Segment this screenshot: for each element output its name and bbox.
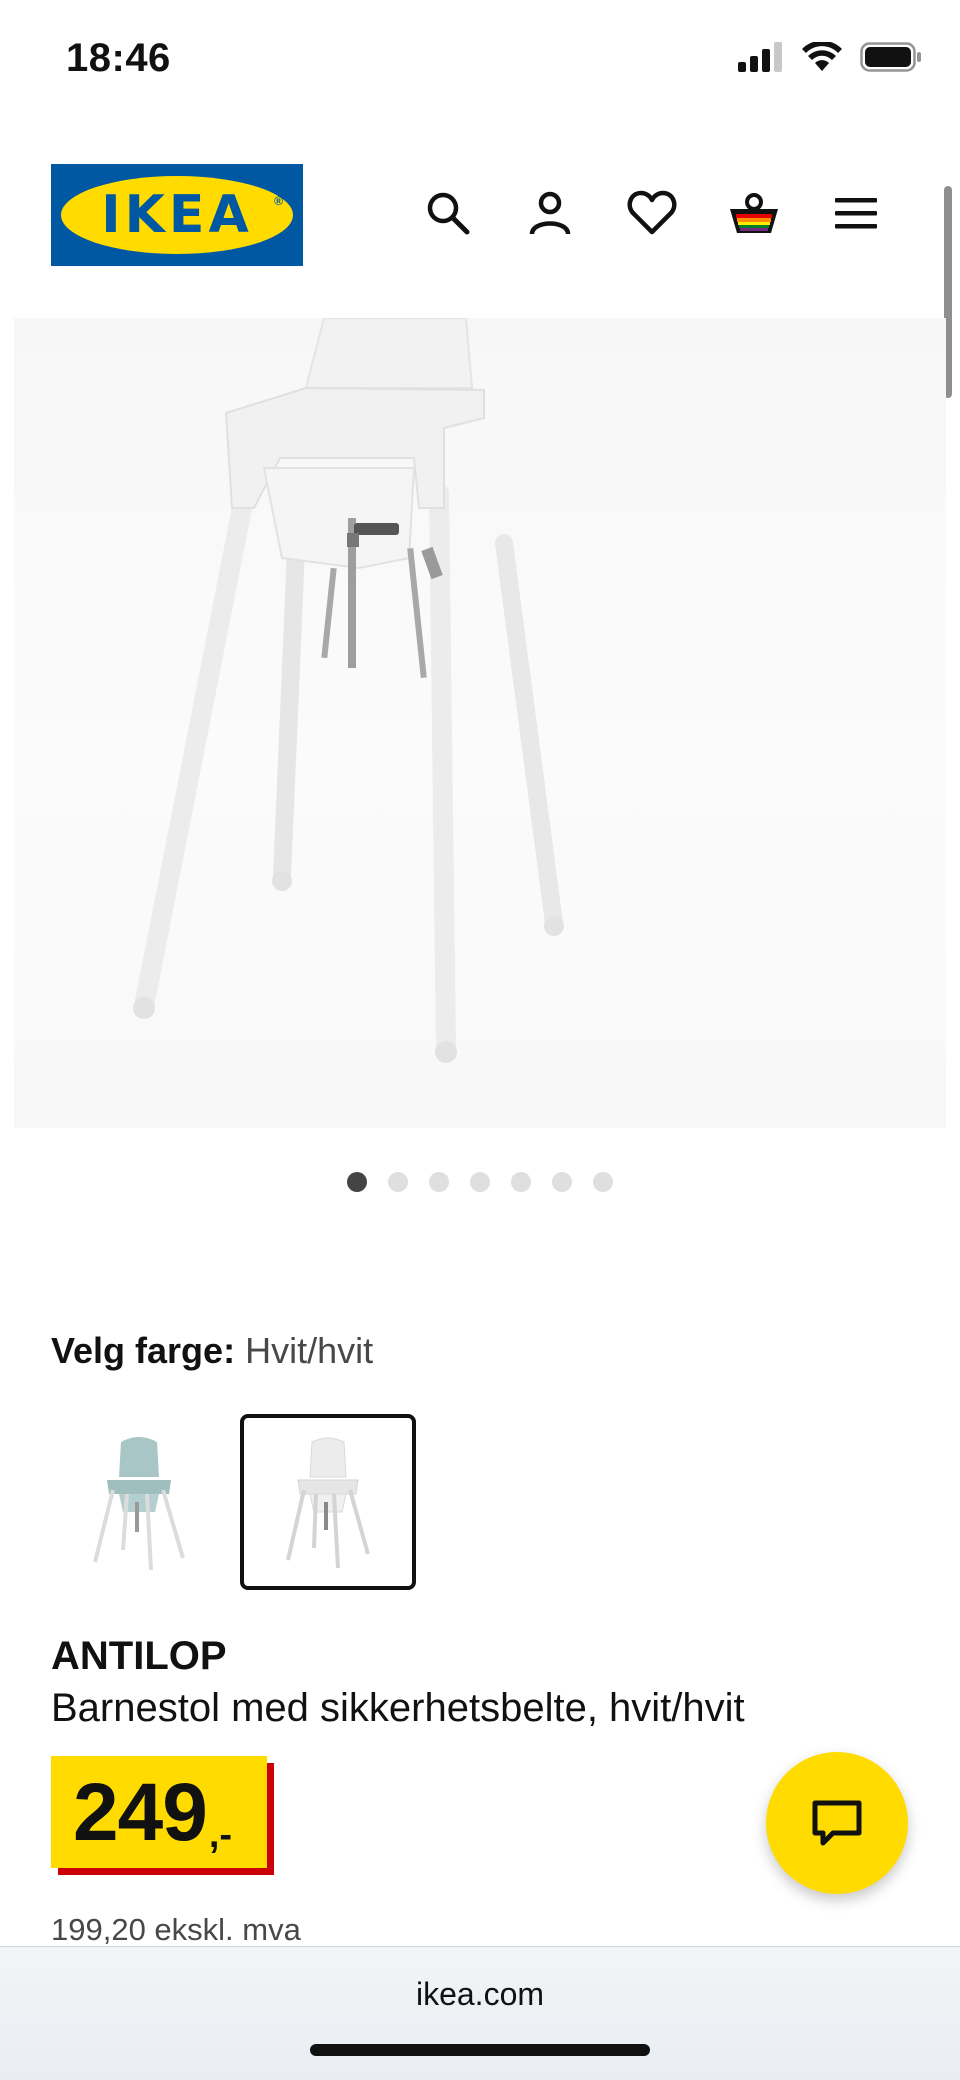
gallery-dot[interactable] [388,1172,408,1192]
price-value: 249 [73,1767,208,1858]
gallery-dot[interactable] [429,1172,449,1192]
gallery-pagination [0,1172,960,1192]
gallery-dot[interactable] [552,1172,572,1192]
product-name: ANTILOP [51,1634,227,1678]
url-text[interactable]: ikea.com [0,1976,960,2013]
color-swatch-turquoise[interactable] [51,1414,227,1590]
price-suffix: ,- [208,1814,233,1856]
logo-text: IKEA [101,185,253,245]
color-label: Velg farge: [51,1330,236,1371]
color-value: Hvit/hvit [245,1330,374,1371]
color-select-label: Velg farge: Hvit/hvit [51,1330,373,1372]
home-indicator[interactable] [310,2044,650,2056]
wifi-icon [802,42,842,71]
high-chair-illustration [133,318,564,1063]
status-time: 18:46 [66,36,171,80]
product-description: Barnestol med sikkerhetsbelte, hvit/hvit [51,1686,745,1730]
favorites-button[interactable] [624,185,680,241]
chat-icon [812,1800,862,1846]
price-excl-vat: 199,20 ekskl. mva [51,1912,301,1947]
gallery-dot[interactable] [470,1172,490,1192]
account-button[interactable] [522,185,578,241]
battery-icon [860,42,921,72]
high-chair-thumbnail [286,1437,370,1569]
signal-icon [738,42,782,72]
search-icon [427,192,470,235]
search-button[interactable] [420,185,476,241]
menu-button[interactable] [828,185,884,241]
product-image[interactable] [14,318,946,1128]
color-swatch-white[interactable] [240,1414,416,1590]
ikea-logo[interactable]: IKEA ® [51,164,303,266]
account-icon [529,191,571,235]
menu-icon [835,198,877,229]
gallery-dot[interactable] [347,1172,367,1192]
gallery-dot[interactable] [593,1172,613,1192]
heart-icon [627,190,677,235]
high-chair-thumbnail [93,1437,185,1571]
cart-button[interactable] [726,185,782,241]
status-icons [738,42,922,72]
browser-address-bar[interactable] [0,1946,960,2080]
cart-icon [730,193,778,233]
gallery-dot[interactable] [511,1172,531,1192]
price-tag: 249 ,- [51,1756,267,1868]
chat-button[interactable] [766,1752,908,1894]
